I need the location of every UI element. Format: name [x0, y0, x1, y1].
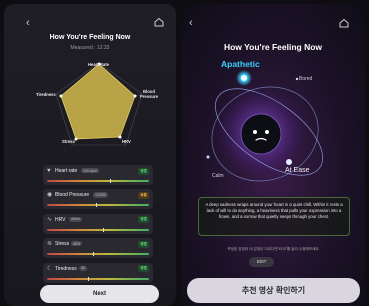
metrics-list: ♥ Heart rate 100 bpm 양호 ◉ Blood Pressure…	[43, 165, 153, 287]
emotion-orbit-map	[206, 70, 323, 182]
emotion-label-at-ease: At Ease	[285, 167, 310, 174]
emotion-description-box: A deep sadness wraps around your heart i…	[198, 197, 350, 236]
metric-value: 30	[79, 265, 87, 271]
blood-pressure-icon: ◉	[47, 192, 53, 199]
metric-name: Tiredness	[55, 265, 77, 272]
next-button[interactable]: Next	[40, 285, 159, 303]
metric-row-stress[interactable]: ≋ Stress 45% 양호	[43, 238, 153, 259]
status-badge: 양호	[138, 167, 149, 175]
page-title: How You're Feeling Now	[49, 34, 131, 41]
metric-row-hrv[interactable]: ∿ HRV 40ms 양호	[43, 213, 153, 234]
metric-row-tiredness[interactable]: ☾ Tiredness 30 양호	[43, 262, 153, 283]
edit-button[interactable]: EDIT	[249, 257, 274, 267]
tiredness-icon: ☾	[47, 265, 53, 272]
level-bar	[47, 203, 149, 208]
metric-row-heart-rate[interactable]: ♥ Heart rate 100 bpm 양호	[43, 165, 153, 185]
status-badge: 양호	[138, 216, 149, 224]
status-badge: 양호	[138, 240, 149, 248]
radar-label-tiredness: Tiredness	[36, 92, 56, 97]
metric-value: 100 bpm	[81, 168, 99, 174]
emotion-description: A deep sadness wraps around your heart i…	[205, 202, 343, 219]
metric-value: 120/80	[93, 192, 108, 198]
radar-label-heart-rate: Heart Rate	[88, 62, 109, 67]
home-icon[interactable]	[339, 18, 349, 31]
radar-label-hrv: HRV	[122, 139, 131, 144]
status-badge: 보통	[138, 191, 149, 199]
metric-name: Stress	[55, 241, 70, 248]
radar-label-blood-pressure: Blood Pressure	[140, 89, 158, 99]
radar-label-stress: Stress	[62, 139, 75, 144]
metric-name: HRV	[55, 216, 66, 223]
recommended-meditation-button[interactable]: 추천 명상 확인하기	[187, 278, 360, 303]
emotion-label-calm: Calm	[212, 173, 224, 179]
metric-name: Blood Pressure	[55, 192, 90, 199]
stress-icon: ≋	[47, 241, 53, 248]
metric-row-blood-pressure[interactable]: ◉ Blood Pressure 120/80 보통	[43, 189, 153, 210]
radar-area	[60, 63, 136, 140]
back-icon[interactable]: ‹	[26, 17, 30, 29]
left-screen: ‹ How You're Feeling Now Measured : 12:3…	[4, 4, 176, 306]
page-title: How You're Feeling Now	[223, 42, 323, 52]
metric-name: Heart rate	[55, 168, 78, 174]
heart-icon: ♥	[47, 168, 51, 174]
right-screen: ‹ How You're Feeling Now Apathetic Bored…	[181, 4, 365, 306]
metric-value: 45%	[71, 241, 83, 247]
metric-value: 40ms	[69, 216, 82, 222]
edit-hint: 측정된 감정과 내 감정이 다르다면 EDIT를 눌러 수정해보세요	[227, 247, 319, 251]
radar-chart	[55, 62, 143, 146]
level-bar	[47, 252, 149, 257]
level-bar	[47, 227, 149, 232]
level-bar	[47, 179, 149, 183]
status-badge: 양호	[138, 265, 149, 273]
emotion-label-apathetic: Apathetic	[221, 59, 260, 69]
level-bar	[47, 276, 149, 281]
measured-time: Measured : 12:33	[70, 45, 110, 51]
emotion-label-bored: Bored	[299, 76, 313, 82]
back-icon[interactable]: ‹	[189, 17, 193, 29]
home-icon[interactable]	[154, 17, 164, 30]
hrv-icon: ∿	[47, 216, 53, 223]
